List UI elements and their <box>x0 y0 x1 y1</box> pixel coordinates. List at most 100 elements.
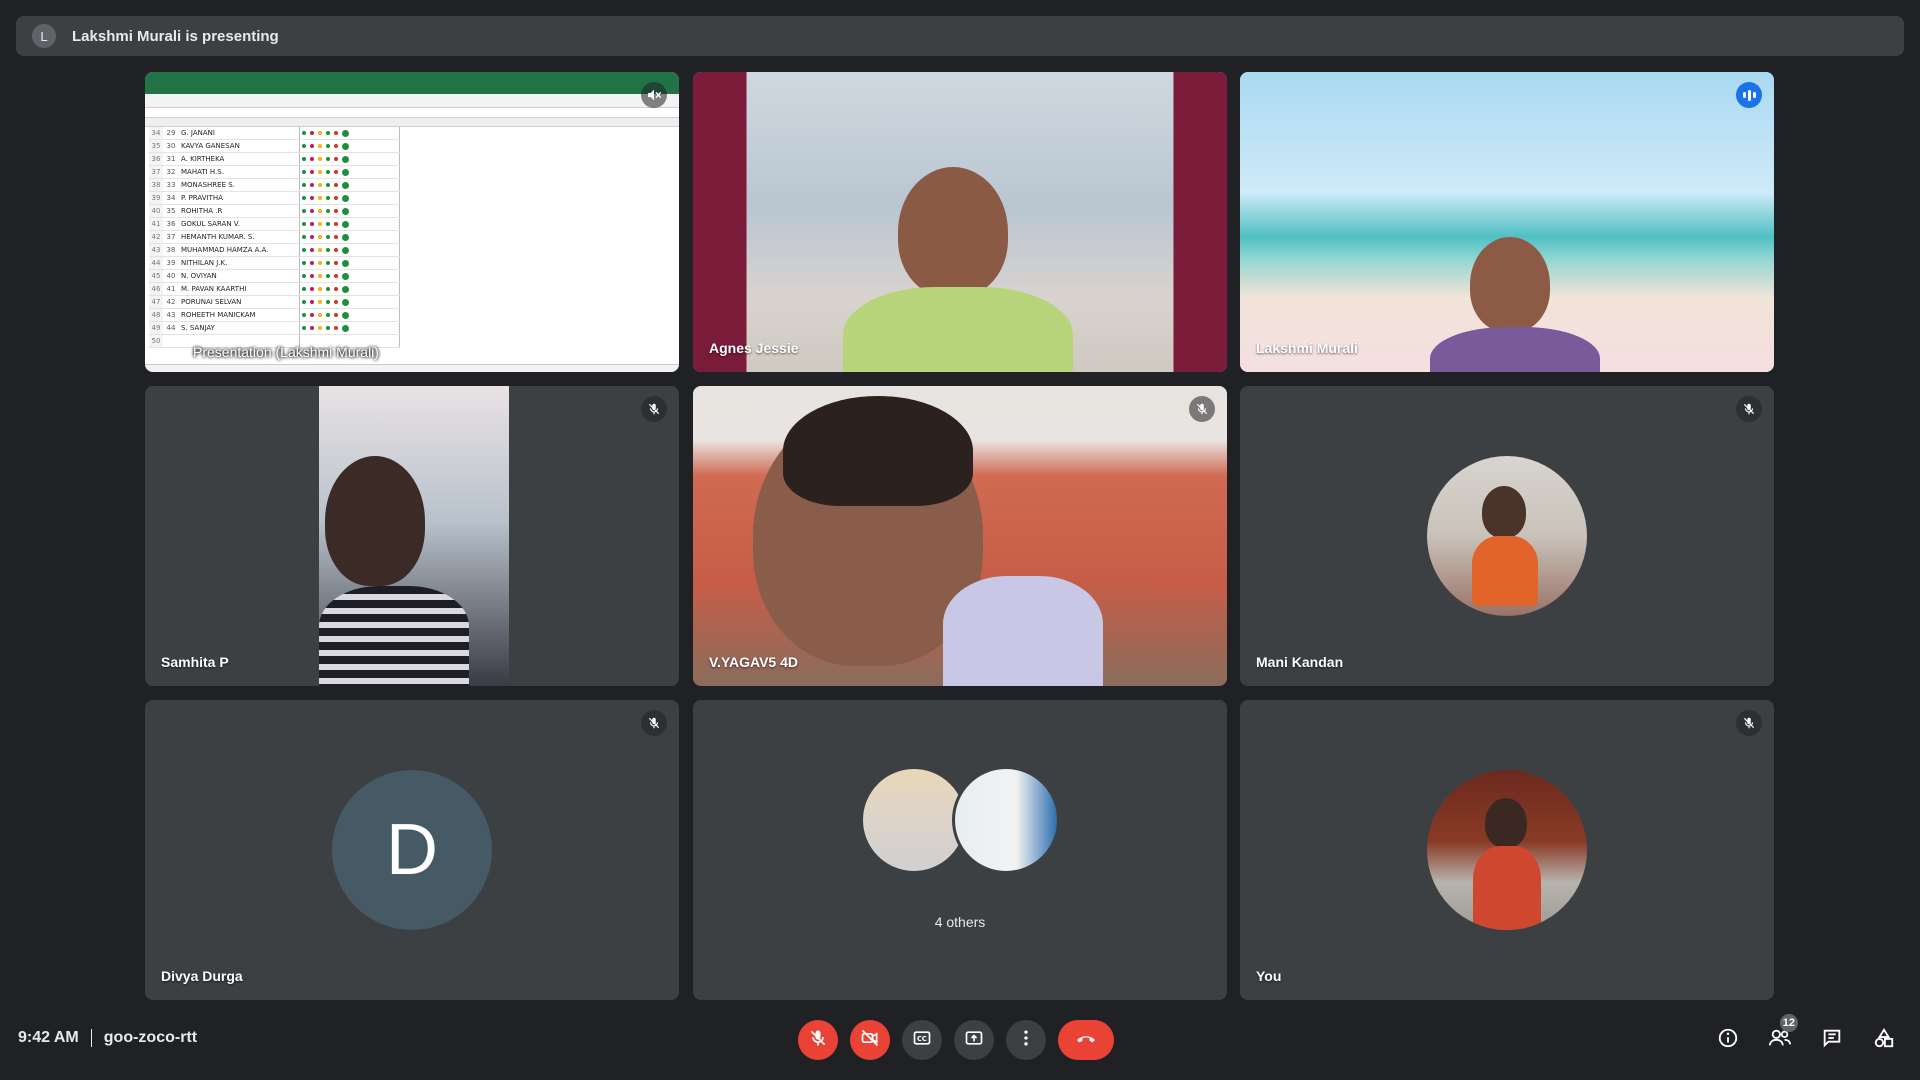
sheet-row: 39 34 P. PRAVITHA <box>149 191 400 205</box>
presenter-avatar: L <box>32 24 56 48</box>
serial-number: 35 <box>163 204 179 218</box>
video-feed <box>693 386 1227 686</box>
sheet-row: 35 30 KAVYA GANESAN <box>149 139 400 153</box>
mark-dot <box>325 170 330 174</box>
chat-icon <box>1821 1027 1843 1054</box>
video-feed <box>693 72 1227 372</box>
others-avatars <box>860 766 1060 876</box>
row-number: 44 <box>149 256 163 270</box>
presentation-label: Presentation (Lakshmi Murali) <box>193 344 379 360</box>
mark-dot <box>309 131 314 135</box>
sheet-row: 46 41 M. PAVAN KAARTHI <box>149 282 400 296</box>
captions-button[interactable]: CC <box>902 1020 942 1060</box>
mark-dot <box>325 248 330 252</box>
serial-number: 43 <box>163 308 179 322</box>
participant-tile-samhita[interactable]: Samhita P <box>145 386 679 686</box>
others-count: 4 others <box>934 914 986 930</box>
meeting-code: goo-zoco-rtt <box>103 1029 198 1046</box>
mark-dot <box>333 261 338 265</box>
mark-dot <box>325 235 330 239</box>
mark-dot <box>309 209 314 213</box>
camera-toggle-button[interactable] <box>850 1020 890 1060</box>
row-number: 46 <box>149 282 163 296</box>
participant-name: Lakshmi Murali <box>1256 340 1358 356</box>
mic-off-icon <box>1736 396 1762 422</box>
presentation-tile[interactable]: 34 29 G. JANANI 35 30 KAVYA GANESAN 36 31 A. KIR… <box>145 72 679 372</box>
videocam-off-icon <box>860 1028 880 1053</box>
serial-number: 39 <box>163 256 179 270</box>
participant-tile-divya[interactable]: D Divya Durga <box>145 700 679 1000</box>
others-tile[interactable]: 4 others <box>693 700 1227 1000</box>
participant-avatar: D <box>332 770 492 930</box>
mark-dot <box>309 222 314 226</box>
people-count-badge: 12 <box>1779 1014 1798 1032</box>
serial-number: 34 <box>163 191 179 205</box>
leave-call-button[interactable] <box>1058 1020 1114 1060</box>
mark-dot <box>301 235 306 239</box>
people-button[interactable]: 12 <box>1760 1014 1800 1060</box>
mark-dot <box>317 300 322 304</box>
mark-dot <box>341 285 349 293</box>
mark-dot <box>317 170 322 174</box>
marks-cell <box>299 191 400 205</box>
marks-cell <box>299 127 400 140</box>
sheet-row: 40 35 ROHITHA .R <box>149 204 400 218</box>
row-number: 37 <box>149 165 163 179</box>
mark-dot <box>309 300 314 304</box>
mic-toggle-button[interactable] <box>798 1020 838 1060</box>
spreadsheet-table: 34 29 G. JANANI 35 30 KAVYA GANESAN 36 31 A. KIR… <box>149 127 400 348</box>
sheet-row: 38 33 MONASHREE S. <box>149 178 400 192</box>
marks-cell <box>299 152 400 166</box>
mic-off-icon <box>641 710 667 736</box>
mark-dot <box>301 157 306 161</box>
mark-dot <box>309 157 314 161</box>
participant-tile-you[interactable]: You <box>1240 700 1774 1000</box>
mic-off-icon <box>808 1028 828 1053</box>
mark-dot <box>333 235 338 239</box>
sheet-row: 45 40 N. OVIYAN <box>149 269 400 283</box>
present-now-button[interactable] <box>954 1020 994 1060</box>
row-number: 35 <box>149 139 163 153</box>
sheet-row: 49 44 S. SANJAY <box>149 321 400 335</box>
row-number: 49 <box>149 321 163 335</box>
sheet-row: 36 31 A. KIRTHEKA <box>149 152 400 166</box>
mark-dot <box>341 129 349 137</box>
participant-tile-yagav[interactable]: V.YAGAV5 4D <box>693 386 1227 686</box>
mark-dot <box>325 144 330 148</box>
participant-tile-mani[interactable]: Mani Kandan <box>1240 386 1774 686</box>
mark-dot <box>325 131 330 135</box>
participant-avatar <box>952 766 1060 874</box>
mark-dot <box>333 170 338 174</box>
mute-speaker-icon[interactable] <box>641 82 667 108</box>
mark-dot <box>333 274 338 278</box>
chat-button[interactable] <box>1812 1020 1852 1060</box>
mark-dot <box>325 287 330 291</box>
mark-dot <box>301 222 306 226</box>
marks-cell <box>299 282 400 296</box>
student-name: S. SANJAY <box>179 321 300 335</box>
participant-name: V.YAGAV5 4D <box>709 654 798 670</box>
activities-button[interactable] <box>1864 1020 1904 1060</box>
marks-cell <box>299 243 400 257</box>
more-options-button[interactable] <box>1006 1020 1046 1060</box>
mark-dot <box>301 209 306 213</box>
student-name: GOKUL SARAN V. <box>179 217 300 231</box>
participant-tile-agnes[interactable]: Agnes Jessie <box>693 72 1227 372</box>
participant-name: You <box>1256 968 1282 984</box>
meeting-details-button[interactable] <box>1708 1020 1748 1060</box>
row-number: 47 <box>149 295 163 309</box>
mark-dot <box>333 196 338 200</box>
participant-tile-lakshmi[interactable]: Lakshmi Murali <box>1240 72 1774 372</box>
mark-dot <box>317 183 322 187</box>
call-end-icon <box>1074 1026 1098 1055</box>
mark-dot <box>341 142 349 150</box>
mark-dot <box>333 222 338 226</box>
row-number: 34 <box>149 127 163 140</box>
row-number: 42 <box>149 230 163 244</box>
mark-dot <box>325 326 330 330</box>
row-number: 40 <box>149 204 163 218</box>
marks-cell <box>299 269 400 283</box>
mark-dot <box>317 157 322 161</box>
mark-dot <box>317 196 322 200</box>
mark-dot <box>341 233 349 241</box>
